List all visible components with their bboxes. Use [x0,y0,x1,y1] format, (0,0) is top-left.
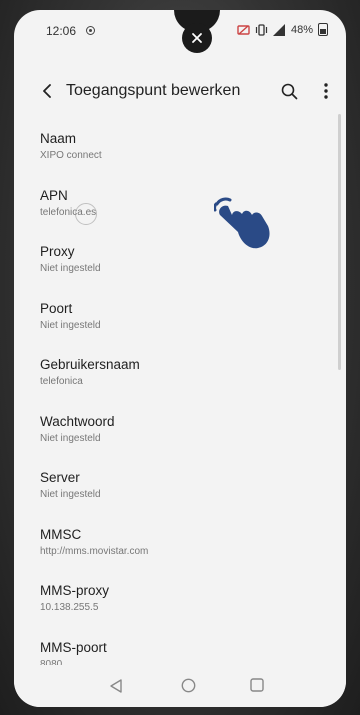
setting-value: Niet ingesteld [40,432,101,444]
status-icons: 48% [237,23,328,36]
setting-value: Niet ingesteld [40,319,101,331]
mute-icon [237,24,250,35]
setting-item-mms-proxy[interactable]: MMS-proxy 10.138.255.5 [14,582,346,639]
back-button[interactable] [34,78,60,104]
notification-icon [86,26,95,35]
system-nav-bar [14,665,346,707]
battery-icon [318,23,328,36]
setting-value: 10.138.255.5 [40,602,99,613]
search-button[interactable] [276,78,302,104]
setting-item-naam[interactable]: Naam XIPO connect [14,130,346,187]
tap-indicator [75,203,97,225]
phone-screen: 12:06 48% Toegangspunt bewerken Naam XIP… [14,10,346,707]
more-vert-icon [324,83,328,99]
setting-value: XIPO connect [40,150,102,161]
setting-title: APN [40,187,68,203]
setting-item-apn[interactable]: APN telefonica.es [14,187,346,244]
setting-title: Server [40,470,80,485]
close-button[interactable] [182,23,212,53]
setting-title: MMSC [40,526,82,542]
setting-value: Niet ingesteld [40,489,101,500]
app-bar: Toegangspunt bewerken [14,72,346,112]
setting-item-proxy[interactable]: Proxy Niet ingesteld [14,243,346,300]
apn-settings-list: Naam XIPO connect APN telefonica.es Prox… [14,130,346,695]
setting-title: Poort [40,300,73,316]
nav-home-icon[interactable] [181,678,196,693]
setting-title: Gebruikersnaam [40,357,140,372]
search-icon [281,83,297,99]
nav-recents-icon[interactable] [250,678,264,692]
setting-value: http://mms.movistar.com [40,545,149,557]
pointing-hand-icon [214,197,270,249]
vibrate-icon [255,23,268,36]
setting-item-wachtwoord[interactable]: Wachtwoord Niet ingesteld [14,413,346,470]
setting-value: Niet ingesteld [40,263,101,274]
setting-value: telefonica [40,376,83,387]
scrollbar[interactable] [338,114,341,370]
phone-frame: 12:06 48% Toegangspunt bewerken Naam XIP… [0,0,360,715]
page-title: Toegangspunt bewerken [66,82,241,99]
setting-item-gebruikersnaam[interactable]: Gebruikersnaam telefonica [14,356,346,413]
setting-title: Proxy [40,244,75,259]
battery-percentage: 48% [290,23,313,36]
signal-icon [272,23,285,36]
setting-title: MMS-proxy [40,583,110,598]
setting-item-poort[interactable]: Poort Niet ingesteld [14,300,346,357]
setting-title: MMS-poort [40,639,107,655]
setting-title: Naam [40,131,77,146]
setting-item-mmsc[interactable]: MMSC http://mms.movistar.com [14,526,346,583]
close-icon [192,33,202,43]
more-options-button[interactable] [318,78,334,104]
setting-item-server[interactable]: Server Niet ingesteld [14,469,346,526]
status-time: 12:06 [46,24,77,38]
back-arrow-icon [43,84,51,98]
setting-title: Wachtwoord [40,413,115,429]
nav-back-icon[interactable] [110,679,122,693]
